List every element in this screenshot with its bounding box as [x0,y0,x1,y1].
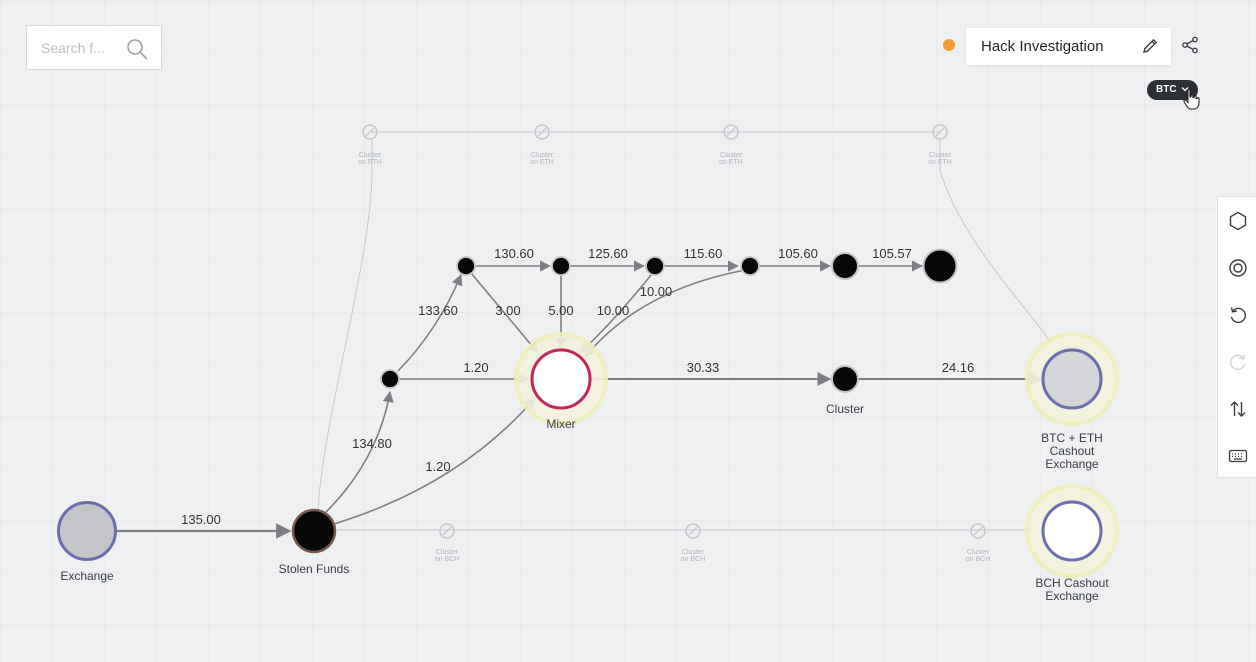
ghost-cluster-label: Cluster [967,549,990,556]
hop-node[interactable] [456,256,476,276]
share-icon[interactable] [1180,35,1200,55]
edge-value-label: 105.57 [872,246,912,261]
target-button[interactable] [1218,248,1256,288]
edge-value-label: 133.60 [418,303,458,318]
ghost-cluster-node[interactable]: Cluster on ETH [719,124,743,166]
hop-node[interactable] [645,256,665,276]
edge-value-label: 24.16 [942,360,975,375]
node-label-line3: Exchange [1045,457,1099,471]
node-label-line2: Exchange [1045,589,1099,603]
target-icon [1228,259,1247,277]
search-input[interactable] [41,38,111,58]
node-mixer[interactable]: Mixer [514,332,608,431]
edge-value-label: 5.00 [548,303,573,318]
search-box[interactable] [26,25,162,70]
ghost-cluster-chain: on BCH [966,556,991,563]
transaction-graph[interactable]: Cluster on ETH Cluster on ETH Cluster on… [0,0,1256,662]
status-dot [943,39,955,51]
case-title-box: Hack Investigation [966,28,1171,65]
node-cluster[interactable]: Cluster [826,365,864,416]
keyboard-icon [1228,449,1247,463]
edge-hop1-to-hop2[interactable] [397,273,463,372]
search-icon[interactable] [125,37,149,61]
case-title: Hack Investigation [981,38,1104,55]
swap-vertical-icon [1230,401,1245,417]
redo-button[interactable] [1218,342,1256,382]
ghost-cluster-label: Cluster [720,152,743,159]
edge-value-label: 125.60 [588,246,628,261]
hop-node[interactable] [831,252,859,280]
ghost-cluster-chain: on BCH [435,556,460,563]
hop-node[interactable] [551,256,571,276]
edge-value-label: 134.80 [352,436,392,451]
node-label-line2: Cashout [1050,444,1095,458]
edge-value-label: 30.33 [687,360,720,375]
node-label: Exchange [60,569,114,583]
edge-value-label: 135.00 [181,512,221,527]
edge-value-label: 115.60 [684,246,723,261]
edit-icon[interactable] [1140,36,1160,56]
ghost-edge-eth-to-btceth [939,140,1059,353]
right-toolbar [1217,196,1256,478]
hop-node[interactable] [922,248,958,284]
ghost-cluster-chain: on ETH [358,159,382,166]
undo-button[interactable] [1218,295,1256,335]
node-stolen-funds[interactable]: Stolen Funds [279,508,350,576]
node-btc-eth-cashout[interactable]: BTC + ETH Cashout Exchange [1025,332,1119,471]
node-label: Cluster [826,402,864,416]
ghost-edge-stolen-to-eth [317,140,373,513]
node-label: Mixer [546,417,575,431]
edge-value-label: 3.00 [495,303,520,318]
hexagon-icon [1229,211,1246,231]
keyboard-button[interactable] [1218,436,1256,476]
ghost-cluster-label: Cluster [531,152,554,159]
node-label: BTC + ETH [1041,431,1103,445]
edge-value-label: 130.60 [494,246,534,261]
edge-value-label: 1.20 [463,360,488,375]
hand-cursor-icon [1183,88,1200,110]
edge-value-label: 10.00 [640,284,673,299]
hop-node[interactable] [380,369,400,389]
redo-icon [1229,354,1245,371]
ghost-cluster-label: Cluster [682,549,705,556]
ghost-cluster-label: Cluster [929,152,952,159]
ghost-cluster-label: Cluster [436,549,459,556]
ghost-cluster-chain: on ETH [928,159,952,166]
ghost-cluster-chain: on ETH [719,159,743,166]
ghost-cluster-label: Cluster [359,152,382,159]
node-label: Stolen Funds [279,562,350,576]
node-label: BCH Cashout [1035,576,1109,590]
edge-value-label: 10.00 [597,303,630,318]
edge-stolen-to-hop1[interactable] [325,390,394,513]
swap-direction-button[interactable] [1218,389,1256,429]
node-exchange[interactable]: Exchange [57,501,117,584]
ghost-cluster-node[interactable]: Cluster on ETH [530,124,554,166]
ghost-cluster-node[interactable]: Cluster on ETH [358,124,382,166]
hop-node[interactable] [740,256,760,276]
currency-label: BTC [1156,84,1177,95]
edge-value-label: 105.60 [778,246,818,261]
edge-value-label: 1.20 [425,459,450,474]
ghost-cluster-chain: on ETH [530,159,554,166]
ghost-cluster-chain: on BCH [681,556,706,563]
undo-icon [1230,307,1246,324]
hexagon-button[interactable] [1218,201,1256,241]
node-bch-cashout[interactable]: BCH Cashout Exchange [1025,484,1119,603]
